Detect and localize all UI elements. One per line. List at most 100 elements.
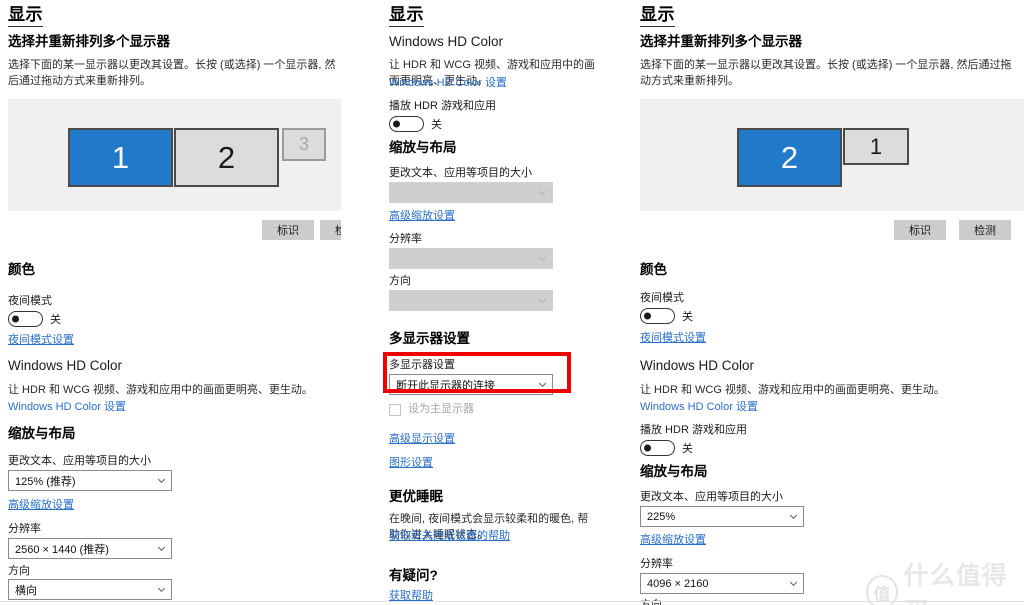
play-hdr-state-middle: 关 [431, 119, 442, 131]
night-light-toggle-right[interactable] [640, 308, 675, 324]
chevron-down-icon [537, 295, 548, 306]
play-hdr-label-right: 播放 HDR 游戏和应用 [640, 424, 747, 436]
monitor-tile-3[interactable]: 3 [282, 128, 326, 161]
hd-color-settings-link-left[interactable]: Windows HD Color 设置 [8, 400, 126, 415]
scale-layout-heading-right: 缩放与布局 [640, 464, 708, 479]
arrange-heading-left: 选择并重新排列多个显示器 [8, 34, 170, 49]
color-heading-left: 颜色 [8, 262, 35, 277]
chevron-down-icon [537, 187, 548, 198]
watermark-text: 什么值得买 [903, 562, 1008, 605]
resolution-label-left: 分辨率 [8, 523, 41, 535]
advanced-scaling-link-right[interactable]: 高级缩放设置 [640, 533, 706, 548]
play-hdr-toggle-row-right: 关 [640, 440, 693, 456]
get-help-link-middle[interactable]: 获取帮助 [389, 589, 433, 604]
hd-color-heading-middle: Windows HD Color [389, 34, 504, 49]
orientation-label-middle: 方向 [389, 275, 411, 287]
scale-label-middle: 更改文本、应用等项目的大小 [389, 167, 532, 179]
play-hdr-toggle-middle[interactable] [389, 116, 424, 132]
arrange-description-right: 选择下面的某一显示器以更改其设置。长按 (或选择) 一个显示器, 然后通过拖动方… [640, 59, 1012, 87]
multi-display-heading-middle: 多显示器设置 [389, 331, 470, 346]
resolution-dropdown-middle [389, 248, 553, 269]
advanced-scaling-link-left[interactable]: 高级缩放设置 [8, 498, 74, 513]
hd-color-heading-right: Windows HD Color [640, 358, 755, 373]
monitor-arrangement-canvas-right[interactable]: 2 1 [640, 99, 1024, 211]
primary-display-checkbox-middle [389, 403, 401, 416]
questions-heading-middle: 有疑问? [389, 568, 438, 583]
color-heading-right: 颜色 [640, 262, 667, 277]
chevron-down-icon [788, 511, 799, 522]
multi-display-label-middle: 多显示器设置 [389, 359, 455, 371]
chevron-down-icon [156, 584, 167, 595]
better-sleep-help-link-middle[interactable]: 获取有关完成设置的帮助 [389, 529, 510, 544]
chevron-down-icon [537, 379, 548, 390]
scale-layout-heading-middle: 缩放与布局 [389, 140, 457, 155]
night-light-toggle-row-right: 关 [640, 308, 693, 324]
night-light-state-left: 关 [50, 314, 61, 326]
monitor-tile-2[interactable]: 2 [174, 128, 279, 187]
toggle-knob-icon [393, 120, 400, 128]
primary-display-checkbox-row-middle: 设为主显示器 [389, 402, 474, 417]
hd-color-description-right: 让 HDR 和 WCG 视频、游戏和应用中的画面更明亮、更生动。 [640, 384, 945, 396]
hd-color-heading-left: Windows HD Color [8, 358, 123, 373]
arrange-heading-right: 选择并重新排列多个显示器 [640, 34, 802, 49]
hd-color-description-left: 让 HDR 和 WCG 视频、游戏和应用中的画面更明亮、更生动。 [8, 384, 313, 396]
resolution-label-middle: 分辨率 [389, 233, 422, 245]
toggle-knob-icon [12, 315, 19, 323]
orientation-dropdown-middle [389, 290, 553, 311]
night-light-label-right: 夜间模式 [640, 292, 684, 304]
monitor-tile-1[interactable]: 1 [843, 128, 909, 165]
advanced-scaling-link-middle[interactable]: 高级缩放设置 [389, 209, 455, 224]
play-hdr-toggle-right[interactable] [640, 440, 675, 456]
scale-label-left: 更改文本、应用等项目的大小 [8, 455, 151, 467]
hd-color-settings-link-middle[interactable]: Windows HD Color 设置 [389, 76, 507, 91]
scale-layout-heading-left: 缩放与布局 [8, 426, 76, 441]
scale-dropdown-right[interactable]: 225% [640, 506, 804, 527]
play-hdr-toggle-row-middle: 关 [389, 116, 442, 132]
scale-dropdown-left[interactable]: 125% (推荐) [8, 470, 172, 491]
hd-color-settings-link-right[interactable]: Windows HD Color 设置 [640, 400, 758, 415]
chevron-down-icon [156, 475, 167, 486]
display-settings-panel-left: 显示 选择并重新排列多个显示器 选择下面的某一显示器以更改其设置。长按 (或选择… [0, 0, 341, 605]
screenshot-root: 显示 选择并重新排列多个显示器 选择下面的某一显示器以更改其设置。长按 (或选择… [0, 0, 1024, 605]
better-sleep-heading-middle: 更优睡眠 [389, 489, 443, 504]
night-light-settings-link-right[interactable]: 夜间模式设置 [640, 331, 706, 346]
primary-display-checkbox-label-middle: 设为主显示器 [408, 403, 474, 415]
orientation-label-left: 方向 [8, 565, 30, 577]
page-title-middle: 显示 [389, 5, 424, 27]
detect-button-left[interactable]: 检测 [320, 220, 341, 240]
monitor-tile-1[interactable]: 1 [68, 128, 173, 187]
display-settings-panel-right: 显示 选择并重新排列多个显示器 选择下面的某一显示器以更改其设置。长按 (或选择… [640, 0, 1024, 605]
site-watermark: 值 什么值得买 [866, 556, 1024, 605]
toggle-knob-icon [644, 444, 651, 452]
detect-button-right[interactable]: 检测 [959, 220, 1011, 240]
display-settings-panel-middle: 显示 Windows HD Color 让 HDR 和 WCG 视频、游戏和应用… [389, 0, 595, 605]
advanced-display-settings-link-middle[interactable]: 高级显示设置 [389, 432, 455, 447]
resolution-dropdown-left[interactable]: 2560 × 1440 (推荐) [8, 538, 172, 559]
monitor-tile-2[interactable]: 2 [737, 128, 842, 187]
arrange-description-left: 选择下面的某一显示器以更改其设置。长按 (或选择) 一个显示器, 然后通过拖动方… [8, 59, 336, 87]
scale-dropdown-middle [389, 182, 553, 203]
play-hdr-label-middle: 播放 HDR 游戏和应用 [389, 100, 496, 112]
night-light-toggle-row-left: 关 [8, 311, 61, 327]
page-title-left: 显示 [8, 5, 43, 27]
page-title-right: 显示 [640, 5, 675, 27]
identify-button-left[interactable]: 标识 [262, 220, 314, 240]
play-hdr-state-right: 关 [682, 443, 693, 455]
night-light-label-left: 夜间模式 [8, 295, 52, 307]
scale-label-right: 更改文本、应用等项目的大小 [640, 491, 783, 503]
chevron-down-icon [537, 253, 548, 264]
orientation-dropdown-left[interactable]: 横向 [8, 579, 172, 600]
bottom-divider [0, 601, 1024, 602]
resolution-label-right: 分辨率 [640, 558, 673, 570]
multi-display-dropdown-middle[interactable]: 断开此显示器的连接 [389, 374, 553, 395]
night-light-settings-link-left[interactable]: 夜间模式设置 [8, 333, 74, 348]
identify-button-right[interactable]: 标识 [894, 220, 946, 240]
night-light-state-right: 关 [682, 311, 693, 323]
toggle-knob-icon [644, 312, 651, 320]
graphics-settings-link-middle[interactable]: 图形设置 [389, 456, 433, 471]
night-light-toggle-left[interactable] [8, 311, 43, 327]
monitor-arrangement-canvas-left[interactable]: 1 2 3 [8, 99, 341, 211]
resolution-dropdown-right[interactable]: 4096 × 2160 [640, 573, 804, 594]
chevron-down-icon [788, 578, 799, 589]
chevron-down-icon [156, 543, 167, 554]
